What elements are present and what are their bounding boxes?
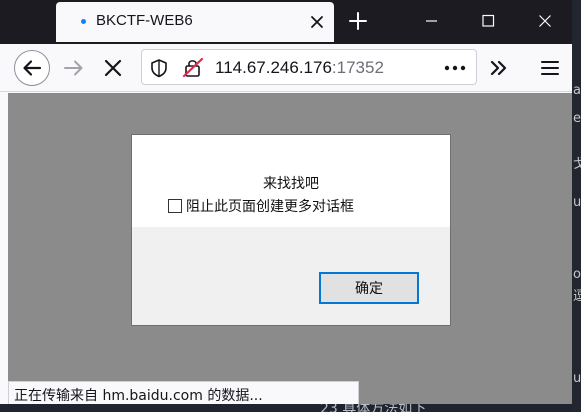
navigation-toolbar: 114.67.246.176:17352 (0, 44, 572, 92)
prevent-dialogs-checkbox[interactable] (168, 199, 182, 213)
dialog-message: 来找找吧 (263, 176, 319, 192)
background-text: 逗 (573, 289, 581, 304)
prevent-dialogs-option[interactable]: 阻止此页面创建更多对话框 (168, 196, 354, 216)
forward-button[interactable] (58, 52, 90, 84)
insecure-lock-icon[interactable] (181, 57, 205, 79)
new-tab-icon[interactable] (345, 8, 371, 34)
browser-window: BKCTF-WEB6 114.67.246.176:17352 来找找吧 阻止此… (0, 0, 572, 404)
stop-loading-button[interactable] (97, 52, 129, 84)
background-text: u (573, 371, 581, 386)
dialog-body: 来找找吧 阻止此页面创建更多对话框 (132, 135, 450, 227)
page-actions-icon[interactable] (442, 58, 468, 78)
minimize-icon[interactable] (418, 8, 444, 34)
ok-button[interactable]: 确定 (319, 272, 419, 304)
background-text: 戈 (573, 157, 581, 172)
back-button[interactable] (14, 50, 50, 86)
status-bar: 正在传输来自 hm.baidu.com 的数据... (8, 381, 359, 404)
background-text: e (573, 111, 581, 126)
background-text: u (573, 195, 581, 210)
tab-close-icon[interactable] (306, 11, 328, 33)
url-bar[interactable]: 114.67.246.176:17352 (141, 49, 477, 85)
tab-bar: BKCTF-WEB6 (0, 0, 572, 44)
alert-dialog: 来找找吧 阻止此页面创建更多对话框 确定 (131, 134, 451, 326)
loading-indicator (81, 19, 86, 24)
tab-title: BKCTF-WEB6 (96, 12, 193, 29)
close-window-icon[interactable] (532, 8, 558, 34)
url-text: 114.67.246.176:17352 (215, 58, 384, 78)
url-port: :17352 (331, 58, 384, 77)
overflow-chevrons-icon[interactable] (483, 52, 515, 84)
background-text: a (573, 83, 581, 98)
url-host: 114.67.246.176 (215, 58, 332, 77)
shield-icon[interactable] (148, 57, 170, 79)
tab-active[interactable]: BKCTF-WEB6 (56, 2, 334, 42)
maximize-icon[interactable] (475, 8, 501, 34)
background-text: o (573, 267, 581, 282)
prevent-dialogs-label: 阻止此页面创建更多对话框 (186, 199, 354, 215)
hamburger-menu-icon[interactable] (534, 52, 566, 84)
